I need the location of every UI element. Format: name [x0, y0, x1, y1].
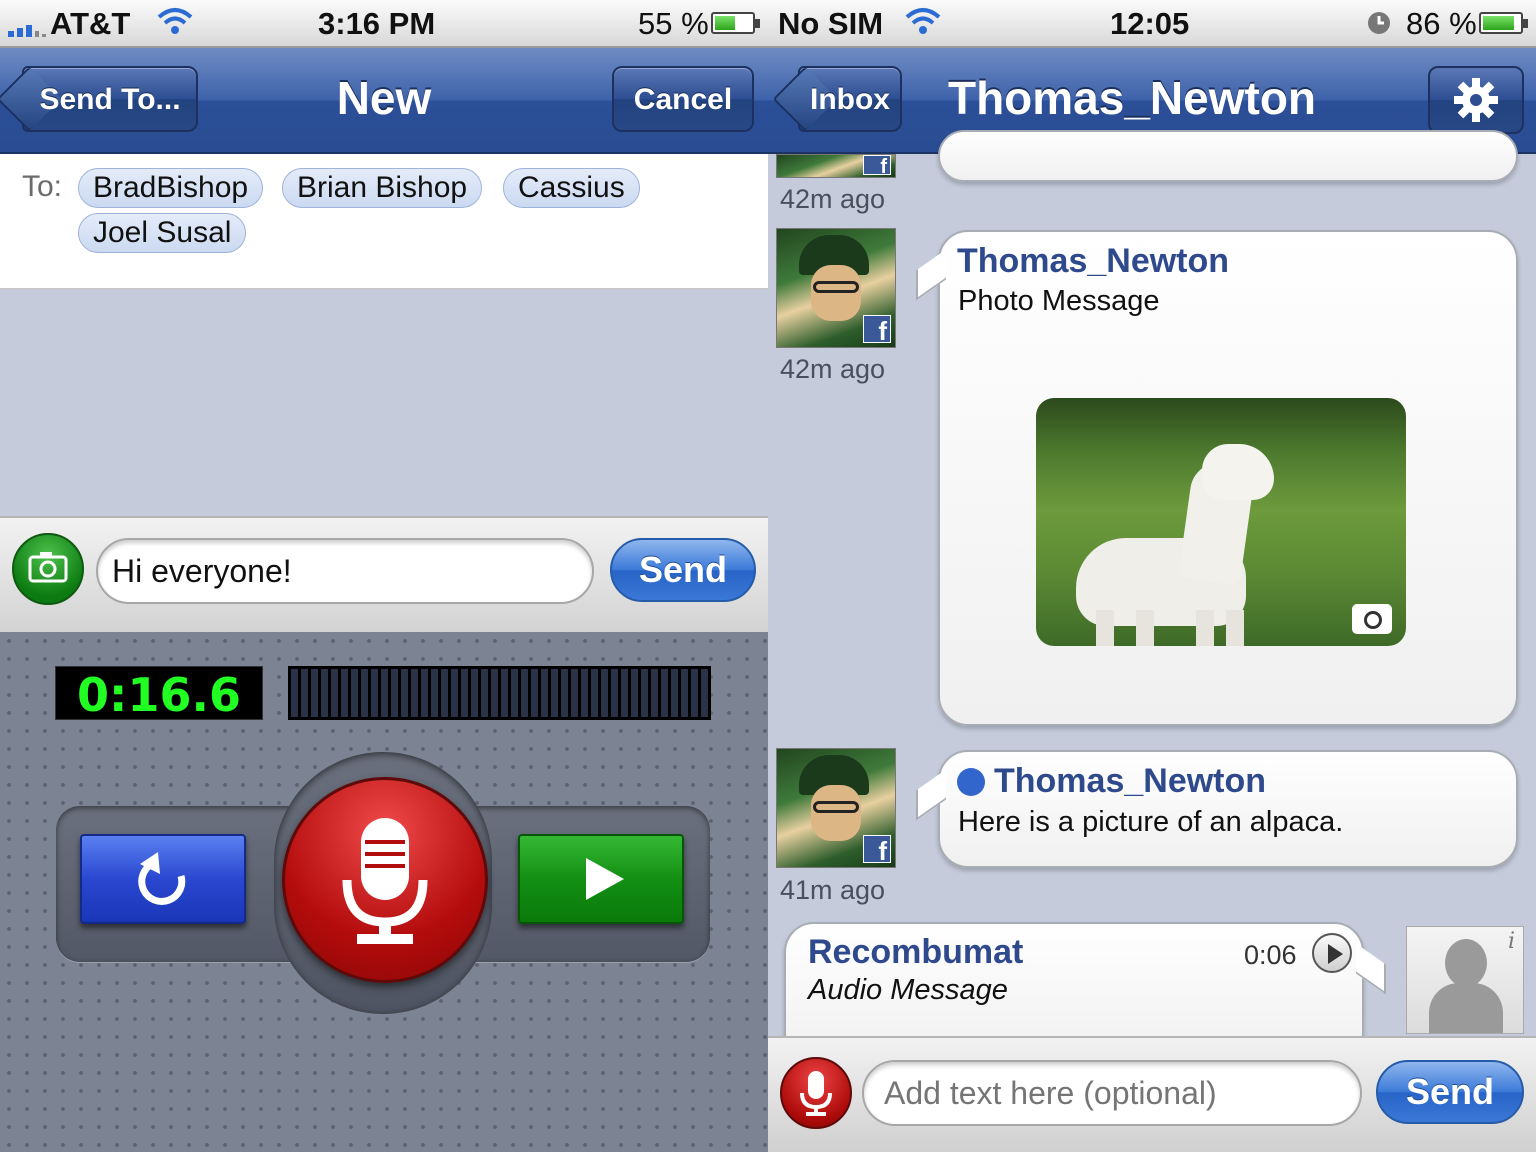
reset-button[interactable]: [80, 834, 246, 924]
camera-button[interactable]: [12, 533, 84, 605]
microphone-icon: [800, 1071, 832, 1116]
back-button-label: Send To...: [39, 83, 181, 116]
send-to-back-button[interactable]: Send To...: [22, 66, 198, 132]
message-text: Here is a picture of an alpaca.: [958, 806, 1344, 838]
message-input[interactable]: Hi everyone!: [96, 538, 594, 604]
carrier-label: No SIM: [778, 6, 884, 41]
message-text: Audio Message: [808, 974, 1008, 1006]
timestamp: 42m ago: [780, 354, 886, 384]
battery-icon: [1479, 12, 1528, 34]
timestamp: 42m ago: [780, 184, 886, 214]
facebook-icon: f: [863, 155, 891, 177]
sender-avatar[interactable]: f: [776, 228, 896, 348]
message-text: Photo Message: [958, 285, 1160, 317]
unread-indicator: [957, 768, 985, 796]
level-meter: [288, 666, 711, 720]
play-icon: [586, 858, 624, 900]
recipient-chip[interactable]: Cassius: [503, 168, 640, 208]
status-bar-right: No SIM 12:05 86 %: [768, 0, 1536, 48]
inbox-back-button[interactable]: Inbox: [798, 66, 902, 132]
user-placeholder-icon[interactable]: i: [1406, 926, 1524, 1034]
audio-duration: 0:06: [1244, 940, 1297, 970]
sender-name: Recombumat: [808, 933, 1024, 971]
camera-icon: [1352, 604, 1392, 634]
message-bubble-partial: [938, 130, 1518, 182]
back-button-label: Inbox: [810, 83, 890, 116]
add-text-input[interactable]: [862, 1060, 1362, 1126]
battery-fill: [715, 16, 735, 30]
status-bar: AT&T 3:16 PM 55 %: [0, 0, 768, 48]
battery-fill: [1483, 16, 1514, 30]
sender-name: Thomas_Newton: [957, 242, 1230, 280]
play-button[interactable]: [518, 834, 684, 924]
record-button[interactable]: [282, 777, 488, 983]
battery-icon: [711, 12, 760, 34]
audio-play-button[interactable]: [1312, 933, 1352, 973]
to-label: To:: [22, 170, 63, 203]
facebook-icon: f: [863, 835, 891, 866]
facebook-icon: f: [863, 315, 891, 346]
carrier-label: AT&T: [50, 6, 131, 41]
nav-bar: New Send To... Cancel: [0, 48, 768, 154]
reset-icon: [138, 852, 186, 905]
info-icon[interactable]: i: [1508, 929, 1515, 954]
clock-time: 12:05: [1110, 6, 1190, 41]
send-button[interactable]: Send: [610, 538, 756, 602]
cancel-button[interactable]: Cancel: [612, 66, 754, 132]
gear-icon: [1454, 78, 1498, 122]
clock-icon: [1366, 10, 1392, 36]
timestamp: 41m ago: [780, 875, 886, 905]
record-audio-button[interactable]: [780, 1057, 852, 1129]
send-button[interactable]: Send: [1376, 1060, 1524, 1124]
sender-name: Thomas_Newton: [994, 762, 1267, 800]
camera-icon: [28, 552, 68, 583]
signal-icon: [8, 15, 46, 37]
settings-button[interactable]: [1428, 66, 1524, 134]
wifi-icon: [904, 6, 942, 36]
wifi-icon: [156, 6, 194, 36]
left-screen: AT&T 3:16 PM 55 % New Send To... Cancel …: [0, 0, 768, 1152]
clock-time: 3:16 PM: [318, 6, 436, 41]
carrier: AT&T: [8, 4, 130, 44]
battery-percent: 86 %: [1406, 6, 1477, 41]
sender-avatar[interactable]: f: [776, 748, 896, 868]
battery-percent: 55 %: [638, 6, 709, 41]
alpaca-photo[interactable]: [1036, 398, 1406, 646]
recipient-chip[interactable]: Joel Susal: [78, 213, 247, 253]
recording-timer: 0:16.6: [55, 666, 263, 722]
recipient-chip[interactable]: BradBishop: [78, 168, 264, 208]
recipient-chip[interactable]: Brian Bishop: [282, 168, 483, 208]
sender-avatar-partial: f: [776, 154, 896, 178]
microphone-icon: [342, 818, 428, 944]
